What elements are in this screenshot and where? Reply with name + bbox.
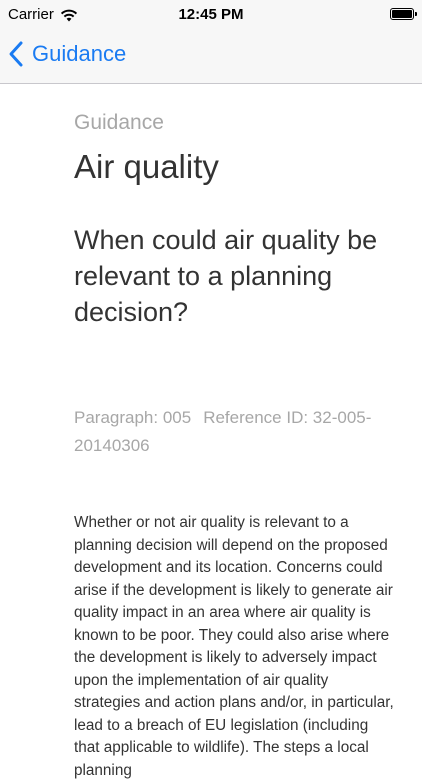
page-title: Air quality — [74, 148, 219, 185]
battery-icon — [390, 8, 417, 20]
question-heading: When could air quality be relevant to a … — [74, 225, 378, 327]
breadcrumb: Guidance — [74, 111, 164, 134]
back-button[interactable]: Guidance — [8, 40, 126, 68]
battery-fill — [392, 10, 412, 18]
status-time: 12:45 PM — [178, 6, 244, 23]
chevron-left-icon — [9, 41, 23, 67]
status-bar: Carrier 12:45 PM — [0, 0, 422, 30]
back-button-label: Guidance — [32, 41, 127, 66]
navigation-bar: Guidance — [0, 30, 422, 84]
reference-info: Paragraph: 005 Reference ID: 32-005-20140… — [74, 404, 392, 460]
paragraph-number: Paragraph: 005 — [74, 408, 192, 427]
body-paragraph: Whether or not air quality is relevant t… — [74, 514, 394, 779]
